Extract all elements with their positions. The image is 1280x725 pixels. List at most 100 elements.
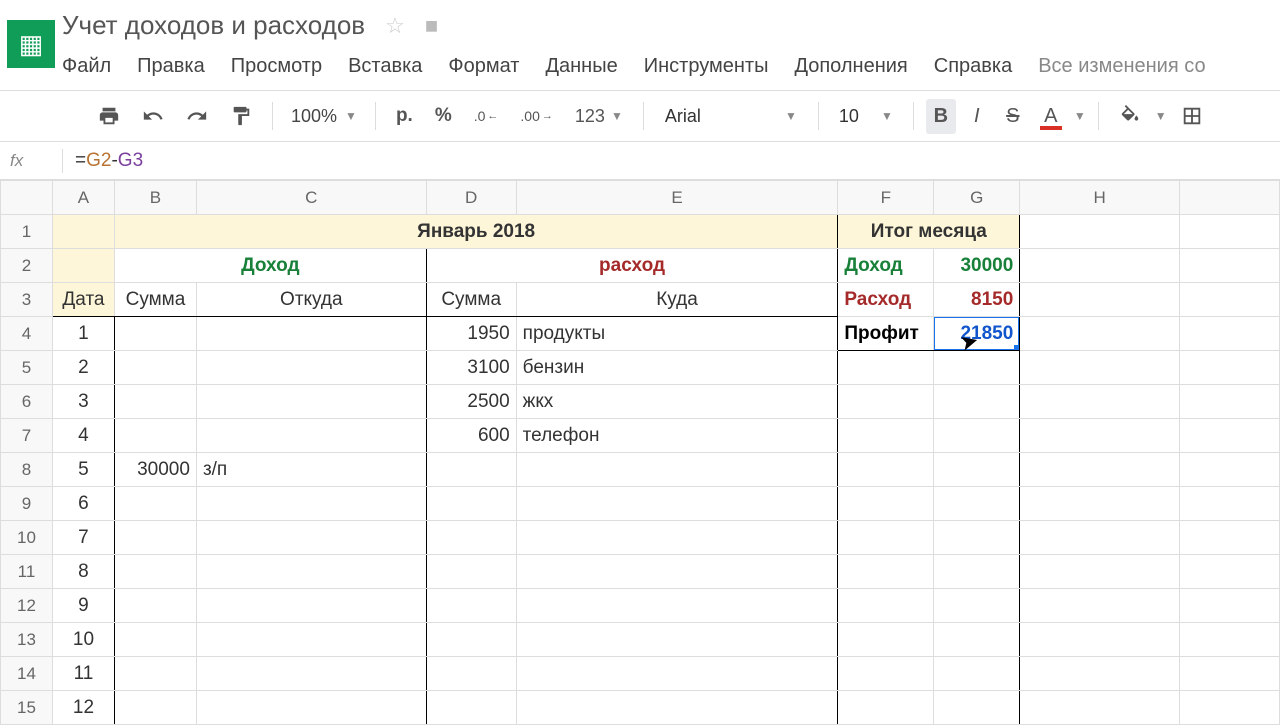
zoom-select[interactable]: 100% ▼	[285, 102, 363, 131]
cell-A8[interactable]: 5	[52, 453, 114, 487]
cell-A13[interactable]: 10	[52, 623, 114, 657]
col-header-C[interactable]: C	[196, 181, 426, 215]
cell-B11[interactable]	[114, 555, 196, 589]
cell-G6[interactable]	[934, 385, 1020, 419]
col-header-D[interactable]: D	[426, 181, 516, 215]
cell-H2[interactable]	[1020, 249, 1180, 283]
cell-expense-label[interactable]: расход	[426, 249, 838, 283]
cell-B15[interactable]	[114, 691, 196, 725]
cell-B7[interactable]	[114, 419, 196, 453]
row-header-5[interactable]: 5	[1, 351, 53, 385]
cell-H7[interactable]	[1020, 419, 1180, 453]
cell-F5[interactable]	[838, 351, 934, 385]
cell-C5[interactable]	[196, 351, 426, 385]
cell-I9[interactable]	[1180, 487, 1280, 521]
cell-H10[interactable]	[1020, 521, 1180, 555]
cell-B8[interactable]: 30000	[114, 453, 196, 487]
formula-input[interactable]: =G2-G3	[75, 150, 143, 172]
cell-H12[interactable]	[1020, 589, 1180, 623]
cell-H6[interactable]	[1020, 385, 1180, 419]
cell-C8[interactable]: з/п	[196, 453, 426, 487]
cell-F13[interactable]	[838, 623, 934, 657]
cell-summary-title[interactable]: Итог месяца	[838, 215, 1020, 249]
col-header-E[interactable]: E	[516, 181, 838, 215]
cell-C13[interactable]	[196, 623, 426, 657]
cell-G9[interactable]	[934, 487, 1020, 521]
menu-data[interactable]: Данные	[545, 55, 617, 78]
cell-E9[interactable]	[516, 487, 838, 521]
spreadsheet-grid[interactable]: A B C D E F G H 1 Январь 2018 Итог месяц…	[0, 180, 1280, 725]
cell-E11[interactable]	[516, 555, 838, 589]
cell-A10[interactable]: 7	[52, 521, 114, 555]
cell-summary-income-label[interactable]: Доход	[838, 249, 934, 283]
cell-I8[interactable]	[1180, 453, 1280, 487]
cell-D4[interactable]: 1950	[426, 317, 516, 351]
cell-F11[interactable]	[838, 555, 934, 589]
cell-H14[interactable]	[1020, 657, 1180, 691]
strikethrough-button[interactable]: S	[998, 99, 1028, 134]
cell-F6[interactable]	[838, 385, 934, 419]
cell-A14[interactable]: 11	[52, 657, 114, 691]
cell-summary-expense-val[interactable]: 8150	[934, 283, 1020, 317]
cell-F10[interactable]	[838, 521, 934, 555]
cell-date-label[interactable]: Дата	[52, 283, 114, 317]
decrease-decimals-icon[interactable]: .0←	[466, 102, 507, 130]
cell-G4-selected[interactable]: 21850	[934, 317, 1020, 351]
font-size-select[interactable]: 10 ▼	[831, 102, 901, 131]
app-logo[interactable]: ▦	[0, 8, 62, 80]
cell-B4[interactable]	[114, 317, 196, 351]
cell-B12[interactable]	[114, 589, 196, 623]
cell-H5[interactable]	[1020, 351, 1180, 385]
fill-color-icon[interactable]	[1111, 99, 1149, 133]
cell-F9[interactable]	[838, 487, 934, 521]
cell-F8[interactable]	[838, 453, 934, 487]
star-icon[interactable]: ☆	[385, 13, 405, 39]
cell-income-from-label[interactable]: Откуда	[196, 283, 426, 317]
cell-B6[interactable]	[114, 385, 196, 419]
menu-tools[interactable]: Инструменты	[644, 55, 769, 78]
cell-H8[interactable]	[1020, 453, 1180, 487]
cell-G10[interactable]	[934, 521, 1020, 555]
col-header-I[interactable]	[1180, 181, 1280, 215]
row-header-11[interactable]: 11	[1, 555, 53, 589]
cell-H3[interactable]	[1020, 283, 1180, 317]
cell-I5[interactable]	[1180, 351, 1280, 385]
cell-C10[interactable]	[196, 521, 426, 555]
cell-I13[interactable]	[1180, 623, 1280, 657]
row-header-6[interactable]: 6	[1, 385, 53, 419]
row-header-13[interactable]: 13	[1, 623, 53, 657]
cell-D9[interactable]	[426, 487, 516, 521]
cell-income-label[interactable]: Доход	[114, 249, 426, 283]
cell-E10[interactable]	[516, 521, 838, 555]
cell-H11[interactable]	[1020, 555, 1180, 589]
row-header-9[interactable]: 9	[1, 487, 53, 521]
cell-E8[interactable]	[516, 453, 838, 487]
cell-expense-sum-label[interactable]: Сумма	[426, 283, 516, 317]
cell-I4[interactable]	[1180, 317, 1280, 351]
cell-I11[interactable]	[1180, 555, 1280, 589]
col-header-G[interactable]: G	[934, 181, 1020, 215]
cell-summary-income-val[interactable]: 30000	[934, 249, 1020, 283]
print-icon[interactable]	[90, 99, 128, 133]
row-header-3[interactable]: 3	[1, 283, 53, 317]
menu-addons[interactable]: Дополнения	[794, 55, 907, 78]
cell-E5[interactable]: бензин	[516, 351, 838, 385]
increase-decimals-icon[interactable]: .00→	[512, 102, 560, 130]
cell-F7[interactable]	[838, 419, 934, 453]
cell-I14[interactable]	[1180, 657, 1280, 691]
cell-B10[interactable]	[114, 521, 196, 555]
percent-button[interactable]: %	[427, 99, 460, 133]
cell-A9[interactable]: 6	[52, 487, 114, 521]
row-header-15[interactable]: 15	[1, 691, 53, 725]
font-family-select[interactable]: Arial ▼	[656, 101, 806, 132]
cell-A12[interactable]: 9	[52, 589, 114, 623]
cell-D11[interactable]	[426, 555, 516, 589]
cell-F14[interactable]	[838, 657, 934, 691]
cell-I3[interactable]	[1180, 283, 1280, 317]
row-header-14[interactable]: 14	[1, 657, 53, 691]
cell-E12[interactable]	[516, 589, 838, 623]
cell-H4[interactable]	[1020, 317, 1180, 351]
cell-C4[interactable]	[196, 317, 426, 351]
cell-A5[interactable]: 2	[52, 351, 114, 385]
cell-month-title[interactable]: Январь 2018	[114, 215, 837, 249]
